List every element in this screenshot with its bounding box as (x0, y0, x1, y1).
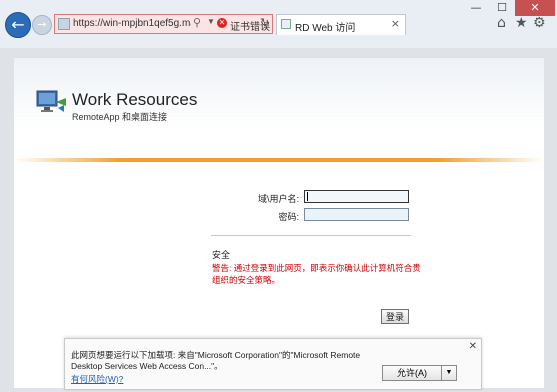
page-icon (281, 19, 291, 29)
back-button[interactable]: ← (5, 12, 31, 38)
maximize-button[interactable]: ☐ (489, 0, 515, 16)
address-url[interactable]: https://win-mpjbn1qef5g.ma... (73, 18, 191, 29)
close-button[interactable]: ✕ (515, 0, 555, 16)
orange-divider (14, 158, 544, 162)
password-label: 密码: (278, 212, 299, 222)
site-favicon-icon (58, 18, 70, 30)
security-title: 安全 (212, 250, 231, 260)
notification-message: 此网页想要运行以下加载项: 来自"Microsoft Corporation"的… (71, 350, 361, 371)
login-button[interactable]: 登录 (381, 309, 409, 324)
refresh-icon[interactable]: ↻ (260, 16, 269, 29)
brand-subtitle: RemoteApp 和桌面连接 (72, 112, 168, 122)
password-field[interactable] (304, 208, 409, 221)
allow-button-label: 允许(A) (397, 368, 427, 378)
favorites-star-icon[interactable]: ★ (515, 15, 528, 31)
settings-gear-icon[interactable]: ⚙ (533, 15, 546, 31)
username-field[interactable] (304, 190, 409, 203)
remoteapp-logo-icon (36, 90, 66, 112)
page-viewport: Work Resources RemoteApp 和桌面连接 域\用户名: 密码… (0, 48, 557, 392)
addon-notification-bar: ✕ 此网页想要运行以下加载项: 来自"Microsoft Corporation… (64, 338, 482, 390)
tab-close-icon[interactable]: × (391, 17, 400, 30)
allow-button[interactable]: 允许(A) ▼ (382, 365, 457, 381)
search-icon[interactable]: ⚲ (193, 16, 201, 29)
minimize-button[interactable]: — (463, 0, 489, 16)
tab-title: RD Web 访问 (295, 23, 356, 34)
arrow-right-icon: → (37, 18, 47, 31)
risk-link[interactable]: 有何风险(W)? (71, 373, 123, 385)
brand-title: Work Resources (72, 90, 198, 109)
close-icon[interactable]: ✕ (469, 341, 477, 352)
tab-rd-web[interactable]: RD Web 访问 × (276, 14, 406, 35)
text-caret (307, 192, 308, 201)
username-label: 域\用户名: (257, 194, 299, 204)
address-bar[interactable]: https://win-mpjbn1qef5g.ma... ⚲ ▼ ✕ 证书错误… (54, 14, 273, 34)
form-divider (211, 235, 411, 236)
browser-chrome: — ☐ ✕ ← → https://win-mpjbn1qef5g.ma... … (0, 0, 557, 49)
chevron-down-icon[interactable]: ▼ (207, 17, 215, 26)
arrow-left-icon: ← (11, 15, 25, 34)
home-icon[interactable]: ⌂ (497, 15, 506, 31)
chevron-down-icon[interactable]: ▼ (441, 366, 456, 380)
security-warning: 警告: 通过登录到此网页，即表示你确认此计算机符合贵组织的安全策略。 (212, 263, 421, 285)
forward-button[interactable]: → (32, 15, 52, 35)
certificate-error-icon[interactable]: ✕ (217, 18, 227, 28)
